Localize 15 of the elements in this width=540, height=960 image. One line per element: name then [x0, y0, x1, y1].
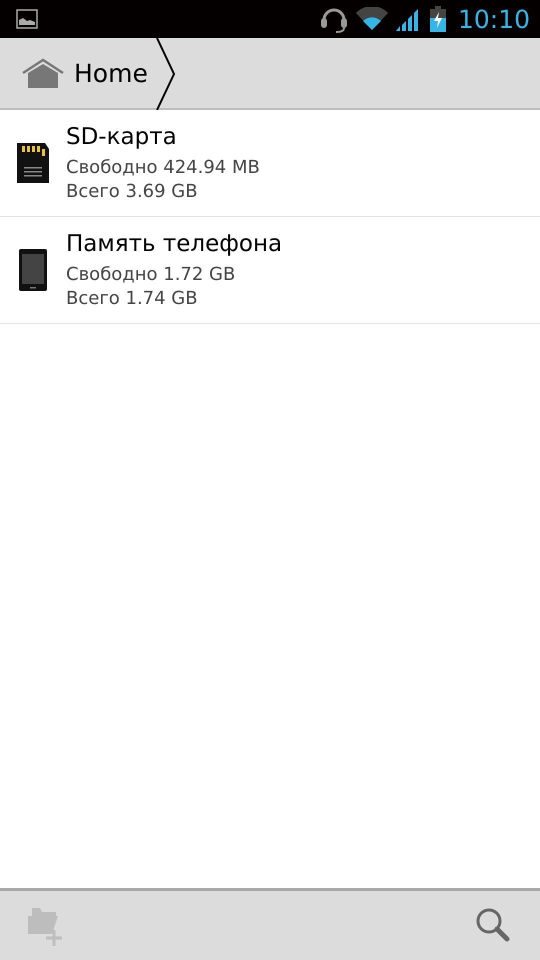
- free-space-text: Свободно 1.72 GB: [66, 263, 236, 287]
- clock-time: 10:10: [458, 4, 530, 34]
- storage-list-item[interactable]: SD-карта Свободно 424.94 MB Всего 3.69 GB: [0, 110, 540, 217]
- battery-charging-icon: [430, 6, 446, 32]
- total-space-text: Всего 1.74 GB: [66, 287, 199, 311]
- storage-list-item[interactable]: Память телефона Свободно 1.72 GB Всего 1.74 GB: [0, 217, 540, 324]
- total-space-text: Всего 3.69 GB: [66, 180, 199, 204]
- storage-name: Память телефона: [66, 230, 282, 259]
- wifi-icon: [356, 7, 388, 31]
- image-notification-icon: [16, 9, 38, 29]
- phone-icon: [18, 248, 48, 292]
- free-space-text: Свободно 424.94 MB: [66, 156, 260, 180]
- sd-card-icon: [15, 141, 51, 185]
- storage-name: SD-карта: [66, 123, 178, 152]
- home-icon: [22, 57, 64, 89]
